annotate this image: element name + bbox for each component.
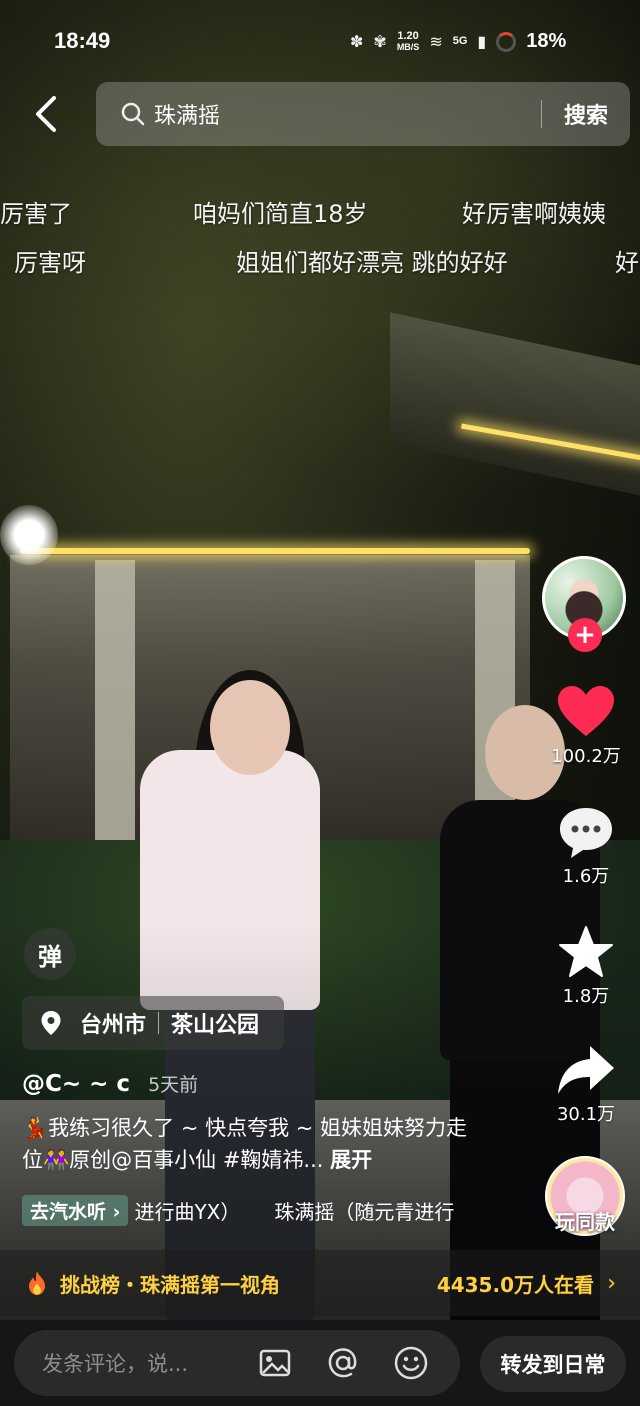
danmaku-comment: 咱妈们简直18岁 [193,200,368,228]
follow-button[interactable]: + [568,618,602,652]
signal-icon: ▮ [477,32,487,51]
fire-icon [29,1271,45,1295]
search-bar[interactable]: 珠满摇 搜索 [96,82,630,146]
search-input[interactable]: 珠满摇 [154,98,541,130]
share-arrow-icon [558,1046,614,1094]
use-sound-label[interactable]: 玩同款 [540,1206,630,1235]
danmaku-comment: 姐姐们都好漂亮 跳的好好 [236,249,508,277]
comment-placeholder[interactable]: 发条评论，说... [42,1348,256,1378]
network-speed: 1.20 MB/S [396,29,420,53]
listen-tag-label: 去汽水听 [30,1200,107,1223]
listen-in-app-tag[interactable]: 去汽水听 › [22,1194,129,1226]
chevron-right-icon: › [607,1270,616,1296]
search-divider [540,100,542,128]
danmaku-toggle-button[interactable]: 弹 [24,928,76,980]
emoji-icon[interactable] [392,1344,430,1382]
location-pin-icon [41,1011,61,1035]
star-icon [559,926,613,977]
status-time: 18:49 [54,28,111,53]
search-button[interactable]: 搜索 [564,98,608,130]
location-separator [158,1012,160,1034]
back-arrow-icon [36,96,56,132]
back-button[interactable] [28,92,68,136]
image-icon[interactable] [256,1344,294,1382]
share-to-daily-button[interactable]: 转发到日常 [480,1336,626,1392]
location-chip[interactable]: 台州市 茶山公园 [22,996,284,1050]
comment-icon [560,808,612,858]
search-icon [121,102,145,126]
battery-icon [496,31,517,52]
challenge-title: 挑战榜・珠满摇第一视角 [60,1272,280,1297]
status-bar: 18:49 ✽ ✾ 1.20 MB/S ≋ 5G ▮ 18% [0,0,640,80]
comment-input[interactable]: 发条评论，说... [14,1330,460,1396]
music-title: 珠满摇（随元青进行 [274,1199,455,1224]
battery-level: 18% [526,30,567,52]
like-count: 100.2万 [551,746,621,767]
favorite-button[interactable]: 1.8万 [541,924,631,1008]
danmaku-comment: 好厉害啊姨姨 [462,200,606,228]
challenge-viewers: 4435.0万人在看 [436,1272,594,1297]
like-button[interactable]: 100.2万 [541,684,631,768]
danmaku-comment: 好 [615,249,639,277]
network-speed-unit: MB/S [396,41,420,52]
author-line[interactable]: @C~ ~ c 5天前 [22,1070,198,1097]
danmaku-comment: 厉害了 [0,200,72,228]
comment-button[interactable]: 1.6万 [541,804,631,888]
network-speed-value: 1.20 [397,29,419,42]
status-icons: ✽ ✾ 1.20 MB/S ≋ 5G ▮ 18% [350,30,566,53]
heart-icon [558,686,614,736]
danmaku-comment: 厉害呀 [14,249,86,277]
signal-network-label: 5G [452,35,468,47]
location-place: 茶山公园 [171,1013,260,1038]
share-count: 30.1万 [556,1104,616,1125]
expand-caption-button[interactable]: 展开 [330,1148,372,1172]
author-name[interactable]: @C~ ~ c [22,1071,130,1097]
share-button[interactable]: 30.1万 [541,1040,631,1126]
at-icon[interactable] [324,1344,362,1382]
music-row[interactable]: 去汽水听 › 进行曲YX） 珠满摇（随元青进行 [22,1193,522,1227]
notification-icon: ✾ [373,32,387,51]
video-caption[interactable]: 💃我练习很久了 ~ 快点夸我 ~ 姐妹姐妹努力走位👭原创@百事小仙 #鞠婧祎..… [22,1112,482,1176]
challenge-bar[interactable]: 挑战榜・珠满摇第一视角 4435.0万人在看 › [0,1250,640,1316]
post-time: 5天前 [148,1074,199,1096]
wifi-icon: ≋ [429,32,443,51]
bottom-bar: 发条评论，说... 转发到日常 [0,1320,640,1406]
music-title: 进行曲YX） [134,1199,241,1224]
comment-count: 1.6万 [562,866,610,887]
location-city: 台州市 [80,1013,147,1038]
favorite-count: 1.8万 [562,986,610,1007]
notification-icon: ✽ [350,32,364,51]
caption-text: 💃我练习很久了 ~ 快点夸我 ~ 姐妹姐妹努力走位👭原创@百事小仙 #鞠婧祎..… [22,1116,468,1172]
